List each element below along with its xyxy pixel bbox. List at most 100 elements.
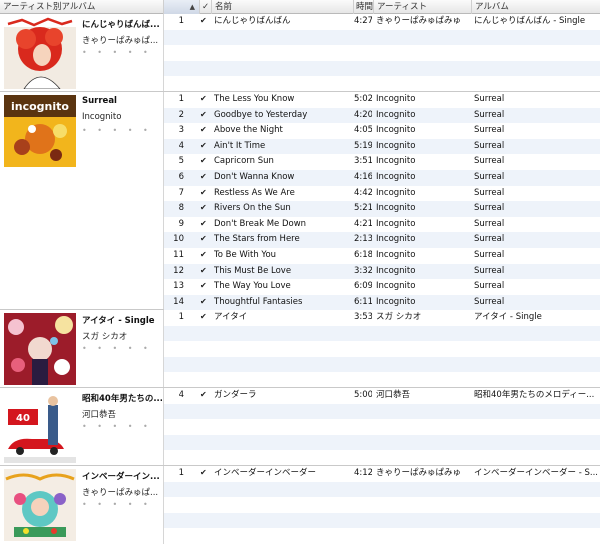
track-row[interactable]: 7 Restless As We Are 4:42 Incognito Surreal bbox=[164, 186, 600, 202]
track-checkbox[interactable] bbox=[200, 310, 212, 326]
album-group: にんじゃりばんば... きゃりーぱみゅぱ... • • • • • 1 にんじゃ… bbox=[0, 14, 600, 92]
empty-row bbox=[164, 434, 600, 451]
column-header-track-number[interactable]: ▲ bbox=[164, 0, 200, 14]
track-name: Ain't It Time bbox=[214, 140, 266, 151]
track-checkbox[interactable] bbox=[200, 123, 212, 139]
checkmark-icon bbox=[200, 186, 208, 201]
track-row[interactable]: 4 Ain't It Time 5:19 Incognito Surreal bbox=[164, 138, 600, 155]
track-album: Surreal bbox=[474, 296, 505, 307]
track-time: 5:00 bbox=[354, 390, 372, 400]
track-number: 9 bbox=[178, 218, 184, 229]
column-header-name[interactable]: 名前 bbox=[212, 0, 354, 14]
column-header-time[interactable]: 時間 bbox=[354, 0, 374, 14]
track-name: インベーダーインベーダー bbox=[214, 468, 317, 478]
track-row[interactable]: 1 The Less You Know 5:02 Incognito Surreal bbox=[164, 92, 600, 108]
checkmark-icon bbox=[200, 201, 208, 216]
track-number: 12 bbox=[173, 265, 184, 276]
track-row[interactable]: 6 Don't Wanna Know 4:16 Incognito Surreal bbox=[164, 169, 600, 186]
track-artist: きゃりーぱみゅぱみゅ bbox=[376, 16, 462, 26]
track-album: Surreal bbox=[474, 203, 505, 214]
track-checkbox[interactable] bbox=[200, 14, 212, 30]
track-checkbox[interactable] bbox=[200, 201, 212, 217]
track-row[interactable]: 11 To Be With You 6:18 Incognito Surreal bbox=[164, 248, 600, 264]
empty-row bbox=[164, 76, 600, 92]
album-artwork[interactable]: 40 bbox=[4, 391, 76, 463]
track-row[interactable]: 2 Goodbye to Yesterday 4:20 Incognito Surrea… bbox=[164, 107, 600, 124]
track-checkbox[interactable] bbox=[200, 108, 212, 124]
album-info-pane: 40 昭和40年男たちの... 河口恭吾 • • • • • bbox=[0, 388, 164, 465]
track-artist: きゃりーぱみゅぱみゅ bbox=[376, 468, 462, 478]
album-artwork-image: incognito bbox=[4, 95, 76, 167]
track-number: 14 bbox=[173, 296, 184, 307]
track-checkbox[interactable] bbox=[200, 264, 212, 280]
track-number: 8 bbox=[178, 203, 184, 214]
track-artist: Incognito bbox=[376, 265, 416, 276]
track-time: 4:16 bbox=[354, 171, 372, 182]
track-artist: Incognito bbox=[376, 140, 416, 151]
track-row[interactable]: 14 Thoughtful Fantasies 6:11 Incognito Surre… bbox=[164, 294, 600, 311]
album-artwork[interactable]: incognito bbox=[4, 95, 76, 167]
track-checkbox[interactable] bbox=[200, 217, 212, 233]
track-checkbox[interactable] bbox=[200, 170, 212, 186]
track-checkbox[interactable] bbox=[200, 466, 212, 482]
track-number: 1 bbox=[178, 312, 184, 322]
album-artist: 河口恭吾 bbox=[82, 410, 117, 420]
track-row[interactable]: 13 The Way You Love 6:09 Incognito Surreal bbox=[164, 279, 600, 295]
track-number: 1 bbox=[178, 468, 184, 478]
empty-row bbox=[164, 512, 600, 529]
track-checkbox[interactable] bbox=[200, 232, 212, 248]
track-row[interactable]: 1 アイタイ 3:53 スガ シカオ アイタイ - Single bbox=[164, 310, 600, 326]
track-checkbox[interactable] bbox=[200, 295, 212, 311]
track-time: 3:53 bbox=[354, 312, 372, 322]
track-artist: Incognito bbox=[376, 218, 416, 229]
checkmark-icon bbox=[200, 264, 208, 279]
sort-ascending-icon: ▲ bbox=[189, 3, 195, 11]
track-row[interactable]: 12 This Must Be Love 3:32 Incognito Surreal bbox=[164, 263, 600, 280]
track-row[interactable]: 9 Don't Break Me Down 4:21 Incognito Surreal bbox=[164, 217, 600, 233]
album-artwork[interactable] bbox=[4, 469, 76, 541]
track-number: 4 bbox=[178, 140, 184, 151]
track-name: The Way You Love bbox=[214, 281, 291, 292]
track-row[interactable]: 1 にんじゃりばんばん 4:27 きゃりーぱみゅぱみゅ にんじゃりばんばん - … bbox=[164, 14, 600, 30]
track-checkbox[interactable] bbox=[200, 388, 212, 404]
column-header-album-by-artist[interactable]: アーティスト別アルバム bbox=[0, 0, 164, 14]
track-checkbox[interactable] bbox=[200, 139, 212, 155]
track-checkbox[interactable] bbox=[200, 248, 212, 264]
track-row[interactable]: 5 Capricorn Sun 3:51 Incognito Surreal bbox=[164, 154, 600, 170]
track-time: 6:11 bbox=[354, 296, 372, 307]
track-album: Surreal bbox=[474, 187, 505, 198]
track-album: Surreal bbox=[474, 171, 505, 182]
track-time: 6:09 bbox=[354, 281, 372, 292]
column-header-album[interactable]: アルバム bbox=[472, 0, 600, 14]
album-artwork[interactable] bbox=[4, 17, 76, 89]
track-artist: Incognito bbox=[376, 281, 416, 292]
svg-text:40: 40 bbox=[16, 413, 30, 424]
album-rating[interactable]: • • • • • bbox=[82, 126, 152, 135]
track-checkbox[interactable] bbox=[200, 279, 212, 295]
track-row[interactable]: 8 Rivers On the Sun 5:21 Incognito Surreal bbox=[164, 201, 600, 217]
column-header-checkbox[interactable]: ✓ bbox=[200, 0, 212, 14]
album-rating[interactable]: • • • • • bbox=[82, 422, 152, 431]
track-rows: 1 アイタイ 3:53 スガ シカオ アイタイ - Single bbox=[164, 310, 600, 388]
album-info-pane: アイタイ - Single スガ シカオ • • • • • bbox=[0, 310, 164, 387]
track-checkbox[interactable] bbox=[200, 186, 212, 202]
column-header-artist[interactable]: アーティスト bbox=[374, 0, 472, 14]
track-checkbox[interactable] bbox=[200, 92, 212, 108]
album-rating[interactable]: • • • • • bbox=[82, 48, 152, 57]
album-artwork[interactable] bbox=[4, 313, 76, 385]
track-row[interactable]: 1 インベーダーインベーダー 4:12 きゃりーぱみゅぱみゅ インベーダーインベ… bbox=[164, 466, 600, 482]
checkmark-icon bbox=[200, 217, 208, 232]
checkmark-icon bbox=[200, 154, 208, 169]
track-time: 4:27 bbox=[354, 16, 372, 26]
track-number: 1 bbox=[178, 94, 184, 104]
track-album: Surreal bbox=[474, 234, 505, 245]
track-checkbox[interactable] bbox=[200, 154, 212, 170]
track-name: To Be With You bbox=[214, 249, 277, 260]
album-rating[interactable]: • • • • • bbox=[82, 344, 152, 353]
album-rating[interactable]: • • • • • bbox=[82, 500, 152, 509]
track-row[interactable]: 3 Above the Night 4:05 Incognito Surreal bbox=[164, 123, 600, 139]
empty-row bbox=[164, 29, 600, 46]
track-row[interactable]: 10 The Stars from Here 2:13 Incognito Surrea… bbox=[164, 232, 600, 248]
track-row[interactable]: 4 ガンダーラ 5:00 河口恭吾 昭和40年男たちのメロディー... bbox=[164, 388, 600, 404]
empty-row bbox=[164, 372, 600, 388]
